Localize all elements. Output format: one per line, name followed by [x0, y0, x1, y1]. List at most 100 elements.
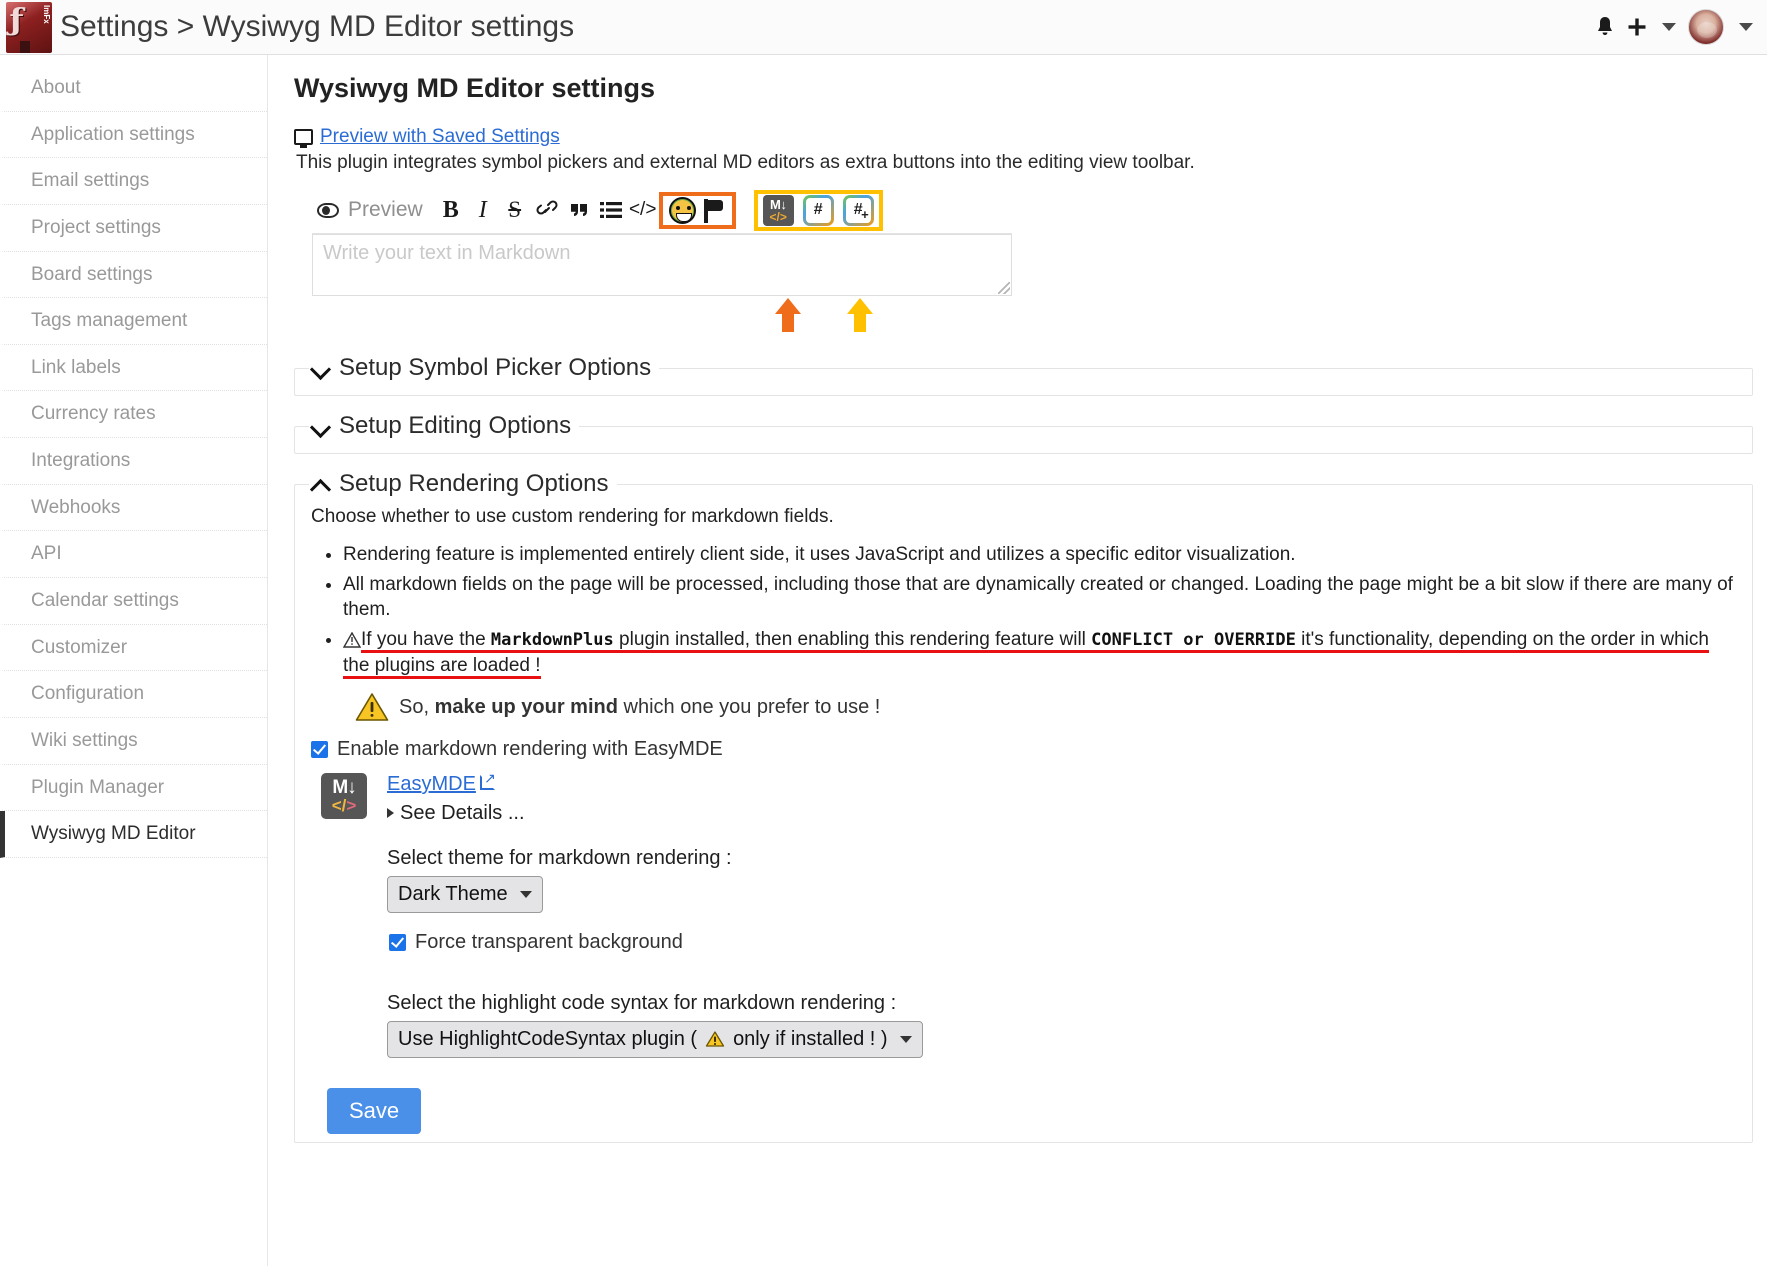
page-title: Wysiwyg MD Editor settings	[294, 73, 656, 103]
strikethrough-button[interactable]: S	[499, 193, 531, 227]
sidebar-item-label: Email settings	[31, 170, 150, 192]
conflict-override-code: CONFLICT or OVERRIDE	[1091, 629, 1296, 650]
unordered-list-icon[interactable]	[595, 193, 627, 227]
highlight-syntax-select[interactable]: Use HighlightCodeSyntax plugin ( only if…	[387, 1021, 923, 1059]
link-icon[interactable]	[531, 193, 563, 227]
sidebar-item-api[interactable]: API	[0, 531, 267, 579]
easymde-logo-top: M↓	[332, 777, 356, 799]
code-icon[interactable]: </>	[627, 193, 659, 227]
section-title: Setup Rendering Options	[339, 470, 609, 497]
chevron-down-icon	[313, 418, 329, 434]
flag-picker-icon[interactable]	[702, 197, 726, 223]
warning-text-pre: If you have the	[361, 628, 491, 650]
callout-arrows	[775, 298, 1012, 332]
theme-select[interactable]: Dark Theme	[387, 876, 543, 914]
highlight-value-pre: Use HighlightCodeSyntax plugin (	[398, 1028, 698, 1051]
sidebar-item-label: Configuration	[31, 683, 145, 705]
resize-grip[interactable]	[998, 282, 1010, 294]
sidebar-item-wysiwyg-md-editor[interactable]: Wysiwyg MD Editor	[0, 811, 267, 858]
monitor-icon	[294, 129, 313, 148]
sidebar-item-board-settings[interactable]: Board settings	[0, 252, 267, 299]
quote-icon[interactable]	[563, 193, 595, 227]
rendering-bullet: Rendering feature is implemented entirel…	[343, 542, 1738, 568]
sidebar-item-tags-management[interactable]: Tags management	[0, 298, 267, 345]
section-rendering-legend[interactable]: Setup Rendering Options	[309, 470, 617, 498]
theme-label: Select theme for markdown rendering :	[387, 847, 732, 870]
inline-warning-triangle-icon	[705, 1028, 725, 1051]
md-icon-bottom: </>	[769, 209, 787, 224]
markdownplus-code: MarkdownPlus	[490, 629, 614, 650]
toolbar-preview-label[interactable]: Preview	[344, 198, 435, 222]
easymde-logo-icon: M↓ </>	[321, 773, 367, 820]
sidebar-item-label: Wiki settings	[31, 729, 138, 751]
bold-button[interactable]: B	[435, 193, 467, 227]
sidebar-item-label: Board settings	[31, 263, 153, 285]
sidebar-item-wiki-settings[interactable]: Wiki settings	[0, 718, 267, 765]
add-plus-icon[interactable]	[1627, 17, 1647, 37]
mind-post: which one you prefer to use !	[617, 695, 881, 718]
sidebar-item-email-settings[interactable]: Email settings	[0, 158, 267, 205]
sidebar-item-about[interactable]: About	[0, 65, 267, 112]
emoji-picker-icon[interactable]	[668, 196, 696, 224]
section-symbol-picker-legend[interactable]: Setup Symbol Picker Options	[309, 354, 659, 382]
rendering-bullet: All markdown fields on the page will be …	[343, 572, 1738, 623]
save-button[interactable]: Save	[327, 1088, 422, 1135]
sidebar-item-label: Tags management	[31, 310, 188, 332]
settings-sidebar: About Application settings Email setting…	[0, 55, 268, 1266]
sidebar-item-label: Application settings	[31, 123, 195, 145]
sidebar-item-currency-rates[interactable]: Currency rates	[0, 391, 267, 439]
sidebar-item-webhooks[interactable]: Webhooks	[0, 485, 267, 532]
sidebar-item-calendar-settings[interactable]: Calendar settings	[0, 578, 267, 625]
easymde-link[interactable]: EasyMDE	[387, 773, 476, 795]
page-body: About Application settings Email setting…	[0, 55, 1767, 1266]
italic-button[interactable]: I	[467, 193, 499, 227]
warning-text-mid: plugin installed, then enabling this ren…	[613, 628, 1092, 650]
force-transparent-background-label: Force transparent background	[415, 931, 683, 954]
section-editing-options[interactable]: Setup Editing Options	[294, 412, 1753, 454]
enable-markdown-rendering-label: Enable markdown rendering with EasyMDE	[337, 738, 723, 761]
add-menu-chevron-down-icon[interactable]	[1662, 23, 1676, 31]
easymde-link-row: EasyMDE	[387, 770, 923, 796]
sidebar-item-configuration[interactable]: Configuration	[0, 671, 267, 718]
markdown-toolbar: Preview B I S </> M↓ </> # # +	[312, 189, 1012, 234]
enable-markdown-rendering-row[interactable]: Enable markdown rendering with EasyMDE	[311, 738, 1738, 761]
easymde-details: EasyMDE See Details ... Select theme for…	[387, 770, 923, 1059]
section-symbol-picker-options[interactable]: Setup Symbol Picker Options	[294, 354, 1753, 396]
rendering-warning-bullet: If you have the MarkdownPlus plugin inst…	[343, 627, 1738, 679]
chevron-down-icon	[519, 891, 532, 899]
hash-plus-button[interactable]: # +	[843, 195, 874, 226]
logo-text: ImFx	[42, 4, 51, 24]
symbol-picker-highlight-box	[658, 191, 736, 229]
sidebar-item-label: About	[31, 77, 81, 98]
external-link-icon[interactable]	[479, 770, 496, 791]
settings-content: Wysiwyg MD Editor settings Preview with …	[268, 55, 1767, 1266]
sidebar-item-label: API	[31, 543, 62, 565]
see-details-toggle[interactable]: See Details ...	[387, 802, 923, 825]
app-logo[interactable]: ƒ ImFx	[6, 1, 52, 53]
sidebar-item-application-settings[interactable]: Application settings	[0, 112, 267, 159]
preview-saved-settings-row: Preview with Saved Settings	[294, 126, 1753, 148]
sidebar-item-plugin-manager[interactable]: Plugin Manager	[0, 765, 267, 812]
hash-button[interactable]: #	[803, 195, 834, 226]
preview-eye-icon[interactable]	[312, 193, 344, 227]
sidebar-item-customizer[interactable]: Customizer	[0, 625, 267, 672]
md-editor-highlight-box: M↓ </> # # +	[753, 189, 883, 231]
sidebar-item-label: Wysiwyg MD Editor	[31, 823, 196, 845]
sidebar-item-project-settings[interactable]: Project settings	[0, 205, 267, 252]
user-avatar[interactable]	[1688, 9, 1724, 45]
preview-with-saved-settings-link[interactable]: Preview with Saved Settings	[320, 126, 560, 148]
editor-preview: Preview B I S </> M↓ </> # # + Write you…	[312, 189, 1012, 332]
sidebar-item-integrations[interactable]: Integrations	[0, 438, 267, 485]
mind-text: So, make up your mind which one you pref…	[399, 696, 880, 719]
notifications-bell-icon[interactable]	[1595, 16, 1615, 38]
sidebar-item-label: Integrations	[31, 450, 131, 472]
chevron-down-icon	[899, 1036, 912, 1044]
sidebar-item-link-labels[interactable]: Link labels	[0, 345, 267, 392]
force-transparent-background-checkbox[interactable]	[389, 934, 406, 952]
section-editing-legend[interactable]: Setup Editing Options	[309, 412, 579, 440]
markdown-textarea[interactable]: Write your text in Markdown	[312, 234, 1012, 296]
force-transparent-background-row[interactable]: Force transparent background	[389, 931, 923, 954]
easymde-toolbar-icon[interactable]: M↓ </>	[762, 194, 794, 226]
user-menu-chevron-down-icon[interactable]	[1739, 23, 1753, 31]
enable-markdown-rendering-checkbox[interactable]	[311, 741, 328, 759]
